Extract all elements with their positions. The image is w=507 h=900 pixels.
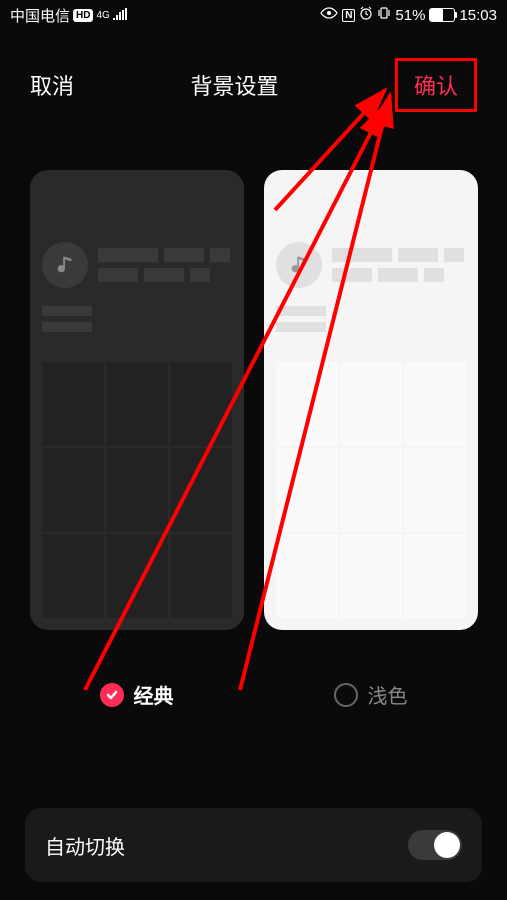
confirm-button[interactable]: 确认 [395,58,477,112]
eye-comfort-icon [320,6,338,24]
battery-pct: 51% [395,7,425,24]
theme-label-text: 经典 [134,680,174,709]
status-right: N 51% 15:03 [320,6,497,24]
theme-preview-profile [42,242,232,288]
alarm-icon [359,6,373,24]
auto-switch-toggle[interactable] [408,830,462,860]
network-label: 4G [96,10,109,21]
theme-label-text: 浅色 [368,680,408,709]
theme-preview-bars [332,248,466,282]
radio-checked-icon [100,683,124,707]
page-title: 背景设置 [190,69,278,101]
radio-unchecked-icon [334,683,358,707]
auto-switch-label: 自动切换 [45,831,125,860]
theme-preview-grid [276,362,466,618]
signal-icon [113,7,129,24]
hd-badge: HD [73,9,93,22]
music-note-icon [42,242,88,288]
status-bar: 中国电信 HD 4G N 51% 15:03 [0,0,507,30]
theme-preview-text [276,306,466,338]
theme-labels: 经典 浅色 [0,680,507,709]
theme-preview-bars [98,248,232,282]
header: 取消 背景设置 确认 [0,30,507,140]
cancel-button[interactable]: 取消 [30,69,74,101]
status-left: 中国电信 HD 4G [10,5,129,26]
battery-icon [429,8,455,22]
time-label: 15:03 [459,7,497,24]
theme-radio-light[interactable]: 浅色 [264,680,478,709]
vibrate-icon [377,6,391,24]
theme-option-classic[interactable] [30,170,244,630]
auto-switch-row: 自动切换 [25,808,482,882]
theme-preview-text [42,306,232,338]
carrier-label: 中国电信 [10,5,70,26]
theme-option-light[interactable] [264,170,478,630]
nfc-icon: N [342,9,355,22]
theme-preview-profile [276,242,466,288]
music-note-icon [276,242,322,288]
themes-container [0,140,507,660]
theme-radio-classic[interactable]: 经典 [30,680,244,709]
theme-preview-grid [42,362,232,618]
toggle-knob [434,832,460,858]
